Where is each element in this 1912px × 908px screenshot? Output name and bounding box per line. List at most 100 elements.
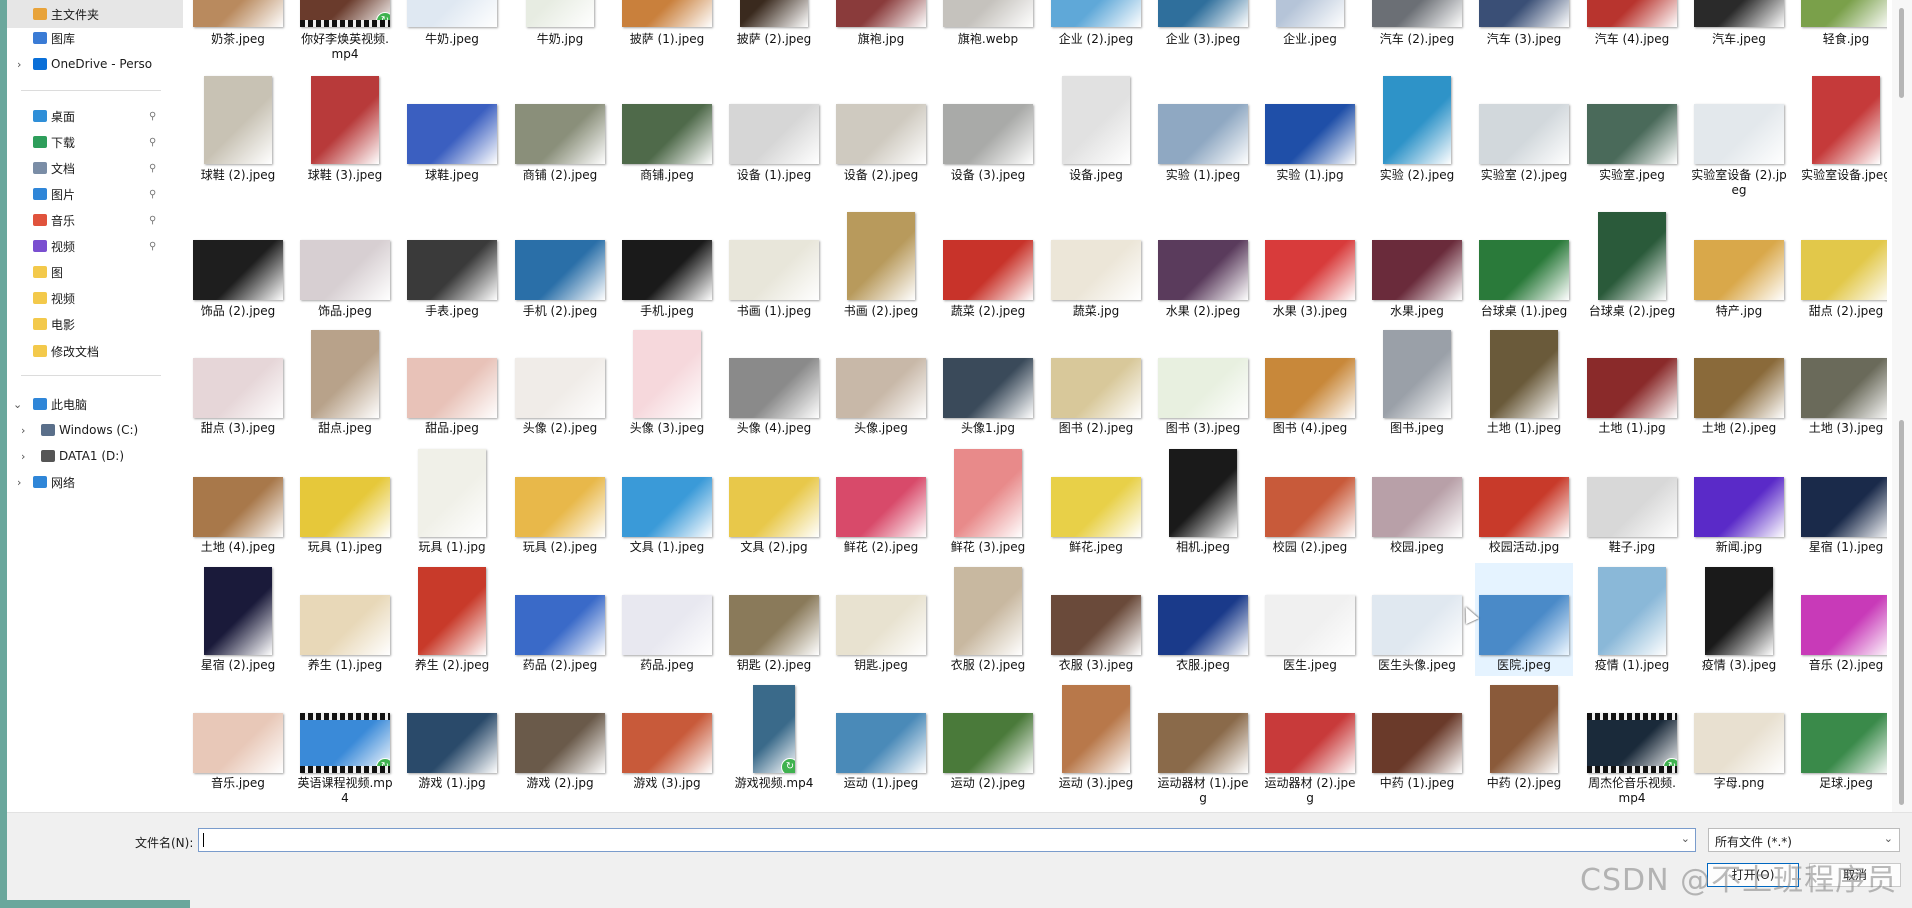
file-tile[interactable]: ↻ 英语课程视频.mp4 bbox=[296, 681, 394, 805]
file-tile[interactable]: 实验 (1).jpeg bbox=[1154, 72, 1252, 200]
file-tile[interactable]: 水果 (3).jpeg bbox=[1261, 208, 1359, 336]
file-tile[interactable]: 医生.jpeg bbox=[1261, 563, 1359, 676]
file-tile[interactable]: 头像 (3).jpeg bbox=[618, 326, 716, 453]
file-tile[interactable]: 球鞋 (2).jpeg bbox=[189, 72, 287, 200]
file-tile[interactable]: 养生 (1).jpeg bbox=[296, 563, 394, 690]
nav-item[interactable]: 图 bbox=[7, 258, 183, 286]
file-tile[interactable]: 披萨 (1).jpeg bbox=[618, 0, 716, 64]
nav-item[interactable]: › Windows (C:) bbox=[7, 416, 183, 444]
file-tile[interactable]: 实验室 (2).jpeg bbox=[1475, 72, 1573, 200]
file-tile[interactable]: 运动器材 (1).jpeg bbox=[1154, 681, 1252, 808]
file-tile[interactable]: 土地 (3).jpeg bbox=[1797, 326, 1887, 453]
nav-item[interactable]: ⌄ 此电脑 bbox=[7, 390, 183, 418]
file-tile[interactable]: 鞋子.jpg bbox=[1583, 445, 1681, 558]
file-tile[interactable]: 书画 (2).jpeg bbox=[832, 208, 930, 336]
chevron-right-icon[interactable]: › bbox=[17, 476, 21, 489]
file-tile[interactable]: 头像1.jpg bbox=[939, 326, 1037, 439]
file-tile[interactable]: 蔬菜.jpg bbox=[1047, 208, 1145, 322]
file-tile[interactable]: 校园 (2).jpeg bbox=[1261, 445, 1359, 572]
file-type-select[interactable]: 所有文件 (*.*) ⌄ bbox=[1708, 828, 1900, 852]
chevron-right-icon[interactable]: › bbox=[21, 424, 25, 437]
file-tile[interactable]: 医生头像.jpeg bbox=[1368, 563, 1466, 676]
nav-item[interactable]: 图片 ⚲ bbox=[7, 180, 183, 208]
file-tile[interactable]: 鲜花 (2).jpeg bbox=[832, 445, 930, 572]
file-tile[interactable]: 企业 (2).jpeg bbox=[1047, 0, 1145, 64]
file-tile[interactable]: 音乐 (2).jpeg bbox=[1797, 563, 1887, 690]
file-tile[interactable]: 头像.jpeg bbox=[832, 326, 930, 439]
file-tile[interactable]: 球鞋.jpeg bbox=[403, 72, 501, 186]
nav-item[interactable]: › OneDrive - Perso bbox=[7, 50, 183, 78]
file-tile[interactable]: 台球桌 (1).jpeg bbox=[1475, 208, 1573, 336]
file-tile[interactable]: 游戏 (3).jpg bbox=[618, 681, 716, 794]
file-tile[interactable]: 头像 (4).jpeg bbox=[725, 326, 823, 453]
file-tile[interactable]: 水果.jpeg bbox=[1368, 208, 1466, 322]
file-tile[interactable]: 游戏 (2).jpg bbox=[511, 681, 609, 794]
file-tile[interactable]: 音乐.jpeg bbox=[189, 681, 287, 794]
file-tile[interactable]: 中药 (2).jpeg bbox=[1475, 681, 1573, 808]
file-tile[interactable]: 药品.jpeg bbox=[618, 563, 716, 676]
file-tile[interactable]: 实验 (1).jpg bbox=[1261, 72, 1359, 186]
file-tile[interactable]: 字母.png bbox=[1690, 681, 1788, 794]
chevron-right-icon[interactable]: › bbox=[17, 58, 21, 71]
file-tile[interactable]: 书画 (1).jpeg bbox=[725, 208, 823, 336]
filename-input[interactable]: ⌄ bbox=[198, 828, 1696, 852]
file-tile[interactable]: 药品 (2).jpeg bbox=[511, 563, 609, 690]
file-tile[interactable]: 企业 (3).jpeg bbox=[1154, 0, 1252, 64]
file-tile[interactable]: 设备 (2).jpeg bbox=[832, 72, 930, 200]
file-tile[interactable]: 校园活动.jpg bbox=[1475, 445, 1573, 558]
file-tile[interactable]: 土地 (2).jpeg bbox=[1690, 326, 1788, 453]
file-tile[interactable]: 衣服.jpeg bbox=[1154, 563, 1252, 676]
file-tile[interactable]: 甜点 (3).jpeg bbox=[189, 326, 287, 453]
file-tile[interactable]: 实验 (2).jpeg bbox=[1368, 72, 1466, 200]
chevron-down-icon[interactable]: ⌄ bbox=[13, 398, 22, 411]
scroll-thumb[interactable] bbox=[1899, 420, 1904, 805]
file-tile[interactable]: 设备 (1).jpeg bbox=[725, 72, 823, 200]
file-tile[interactable]: 甜点.jpeg bbox=[296, 326, 394, 439]
file-tile[interactable]: 疫情 (1).jpeg bbox=[1583, 563, 1681, 690]
nav-item[interactable]: 电影 bbox=[7, 310, 183, 338]
file-tile[interactable]: 手表.jpeg bbox=[403, 208, 501, 322]
file-tile[interactable]: 土地 (1).jpeg bbox=[1475, 326, 1573, 453]
nav-item[interactable]: 图库 bbox=[7, 24, 183, 52]
file-tile[interactable]: ↻ 周杰伦音乐视频.mp4 bbox=[1583, 681, 1681, 808]
file-tile[interactable]: 玩具 (1).jpeg bbox=[296, 445, 394, 572]
file-tile[interactable]: 实验室.jpeg bbox=[1583, 72, 1681, 186]
file-tile[interactable]: 披萨 (2).jpeg bbox=[725, 0, 823, 64]
file-tile[interactable]: 特产.jpg bbox=[1690, 208, 1788, 322]
nav-item[interactable]: 修改文档 bbox=[7, 337, 183, 365]
file-tile[interactable]: 旗袍.jpg bbox=[832, 0, 930, 50]
file-tile[interactable]: 土地 (1).jpg bbox=[1583, 326, 1681, 439]
file-tile[interactable]: 牛奶.jpeg bbox=[403, 0, 501, 50]
file-tile[interactable]: 医院.jpeg bbox=[1475, 563, 1573, 676]
chevron-right-icon[interactable]: › bbox=[21, 450, 25, 463]
nav-item[interactable]: 桌面 ⚲ bbox=[7, 102, 183, 130]
file-tile[interactable]: 汽车.jpeg bbox=[1690, 0, 1788, 50]
file-tile[interactable]: 文具 (1).jpeg bbox=[618, 445, 716, 572]
file-tile[interactable]: 运动 (1).jpeg bbox=[832, 681, 930, 808]
file-tile[interactable]: 鲜花.jpeg bbox=[1047, 445, 1145, 558]
file-tile[interactable]: 奶茶.jpeg bbox=[189, 0, 287, 50]
file-tile[interactable]: 台球桌 (2).jpeg bbox=[1583, 208, 1681, 336]
file-tile[interactable]: 衣服 (3).jpeg bbox=[1047, 563, 1145, 690]
file-tile[interactable]: 钥匙 (2).jpeg bbox=[725, 563, 823, 690]
file-tile[interactable]: 钥匙.jpeg bbox=[832, 563, 930, 676]
file-tile[interactable]: 新闻.jpg bbox=[1690, 445, 1788, 558]
file-tile[interactable]: 饰品.jpeg bbox=[296, 208, 394, 322]
nav-item[interactable]: › 网络 bbox=[7, 468, 183, 496]
file-tile[interactable]: 中药 (1).jpeg bbox=[1368, 681, 1466, 808]
file-tile[interactable]: 水果 (2).jpeg bbox=[1154, 208, 1252, 336]
vertical-scrollbar[interactable] bbox=[1892, 0, 1912, 812]
file-tile[interactable]: 土地 (4).jpeg bbox=[189, 445, 287, 572]
file-tile[interactable]: 饰品 (2).jpeg bbox=[189, 208, 287, 336]
nav-item[interactable]: 下载 ⚲ bbox=[7, 128, 183, 156]
file-tile[interactable]: 实验室设备 (2).jpeg bbox=[1690, 72, 1788, 200]
file-tile[interactable]: 衣服 (2).jpeg bbox=[939, 563, 1037, 690]
file-tile[interactable]: 星宿 (1).jpeg bbox=[1797, 445, 1887, 572]
file-tile[interactable]: 玩具 (2).jpeg bbox=[511, 445, 609, 572]
file-tile[interactable]: 牛奶.jpg bbox=[511, 0, 609, 50]
file-tile[interactable]: ↻ 游戏视频.mp4 bbox=[725, 681, 823, 794]
file-tile[interactable]: 游戏 (1).jpg bbox=[403, 681, 501, 794]
file-tile[interactable]: 设备 (3).jpeg bbox=[939, 72, 1037, 200]
file-tile[interactable]: 手机.jpeg bbox=[618, 208, 716, 322]
file-tile[interactable]: 汽车 (4).jpeg bbox=[1583, 0, 1681, 64]
